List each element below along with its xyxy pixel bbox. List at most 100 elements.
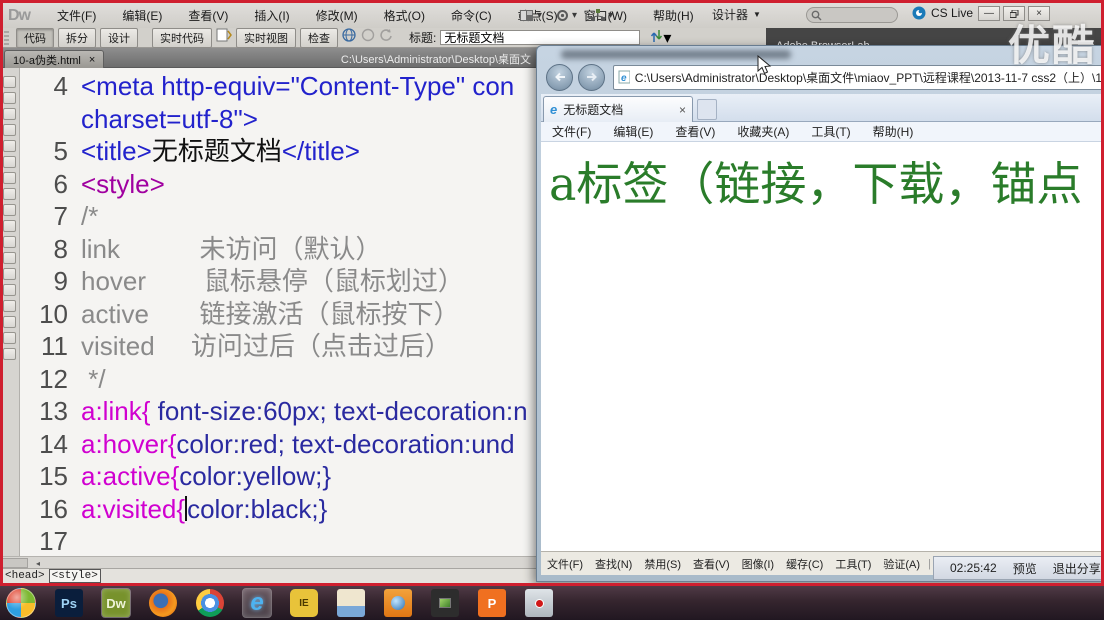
preview-in-browser-icon[interactable]: [342, 28, 357, 47]
devbar-menu-item[interactable]: 工具(T): [829, 556, 877, 572]
balance-braces-icon[interactable]: [3, 172, 16, 184]
image-viewer-icon[interactable]: [431, 589, 459, 617]
workspace-switcher[interactable]: 设计器 ▼: [712, 6, 761, 23]
show-code-navigator-icon[interactable]: [3, 92, 16, 104]
line-number: 5: [21, 135, 81, 168]
photo-chip-icon: [439, 598, 451, 608]
line-number: 7: [21, 200, 81, 233]
ie-tab[interactable]: e 无标题文档 ×: [543, 96, 693, 122]
devbar-menu-item[interactable]: 验证(A): [877, 556, 926, 572]
ie-menu-item[interactable]: 文件(F): [541, 123, 602, 140]
tag-selector-style[interactable]: <style>: [49, 569, 101, 583]
devbar-menu-item[interactable]: 缓存(C): [780, 556, 829, 572]
new-tab-button[interactable]: [697, 99, 717, 120]
preview-button[interactable]: 预览: [1013, 560, 1037, 577]
dw-menu-item[interactable]: 帮助(H): [640, 5, 707, 27]
highlight-invalid-code-icon[interactable]: [3, 204, 16, 216]
wrap-tag-icon[interactable]: [3, 268, 16, 280]
forward-button[interactable]: [578, 64, 605, 91]
refresh-icon[interactable]: [379, 28, 393, 47]
code-text: <style>: [81, 168, 165, 201]
ie-window: e C:\Users\Administrator\Desktop\桌面文件\mi…: [536, 45, 1104, 582]
format-source-code-icon[interactable]: [3, 348, 16, 360]
code-text: link 未访问（默认）: [81, 233, 381, 266]
code-token: <title>: [81, 136, 152, 166]
screen-recorder-overlay: 02:25:42 预览 退出分享: [933, 556, 1104, 580]
dw-menu-item[interactable]: 编辑(E): [109, 5, 175, 27]
collapse-selection-icon[interactable]: [3, 124, 16, 136]
scrollbar-thumb[interactable]: [0, 558, 28, 568]
dw-menu-item[interactable]: 修改(M): [303, 5, 371, 27]
ie-menu-item[interactable]: 工具(T): [800, 123, 861, 140]
dw-menu-item[interactable]: 命令(C): [438, 5, 505, 27]
page-link-text[interactable]: a标签（链接，下载，锚点: [541, 142, 1104, 214]
svg-text:e: e: [621, 73, 627, 84]
dw-menu-item[interactable]: 查看(V): [175, 5, 241, 27]
devbar-menu-item[interactable]: 禁用(S): [638, 556, 687, 572]
tag-selector-head[interactable]: <head>: [5, 570, 45, 582]
dw-menu-item[interactable]: 格式(O): [371, 5, 438, 27]
check-browser-compat-icon[interactable]: [361, 28, 375, 47]
ie-menu-item[interactable]: 查看(V): [664, 123, 726, 140]
ietester-icon[interactable]: IE: [290, 589, 318, 617]
windows-taskbar: Ps Dw e IE P: [0, 586, 1104, 620]
code-token: 无标题文档: [152, 136, 282, 166]
recent-snippets-icon[interactable]: [3, 284, 16, 296]
screenshot-icon[interactable]: [525, 589, 553, 617]
move-or-convert-css-icon[interactable]: [3, 300, 16, 312]
app-icon-label: Dw: [106, 596, 126, 611]
pplive-icon[interactable]: P: [478, 589, 506, 617]
code-token: a:link{: [81, 396, 150, 426]
chrome-icon[interactable]: [196, 589, 224, 617]
tab-close-icon[interactable]: ×: [679, 103, 686, 117]
live-code-icon[interactable]: [216, 28, 232, 47]
remove-comment-icon[interactable]: [3, 252, 16, 264]
ie-menu-item[interactable]: 编辑(E): [602, 123, 664, 140]
indent-code-icon[interactable]: [3, 316, 16, 328]
ie-menu-item[interactable]: 帮助(H): [862, 123, 925, 140]
explorer-icon[interactable]: [337, 589, 365, 617]
start-button[interactable]: [6, 588, 36, 618]
dreamweaver-icon[interactable]: Dw: [102, 589, 130, 617]
devbar-menu-item[interactable]: 查看(V): [687, 556, 736, 572]
code-token: charset=utf-8">: [81, 104, 258, 134]
live-view-button[interactable]: 实时视图: [236, 28, 296, 48]
apply-comment-icon[interactable]: [3, 236, 16, 248]
photoshop-icon[interactable]: Ps: [55, 589, 83, 617]
devbar-menu-item[interactable]: 文件(F): [541, 556, 589, 572]
back-button[interactable]: [546, 64, 573, 91]
extend-gear-icon[interactable]: ▾: [556, 9, 577, 22]
dw-menu-item[interactable]: 插入(I): [241, 5, 302, 27]
layout-switcher-icon[interactable]: ▾: [520, 10, 542, 22]
code-text: */: [81, 363, 106, 396]
open-documents-icon[interactable]: [3, 76, 16, 88]
screen: Dw 文件(F)编辑(E)查看(V)插入(I)修改(M)格式(O)命令(C)站点…: [0, 0, 1104, 620]
site-icon[interactable]: ▾: [591, 9, 613, 22]
syntax-error-alerts-icon[interactable]: [3, 220, 16, 232]
camera-icon[interactable]: [384, 589, 412, 617]
devbar-menu-item[interactable]: 图像(I): [736, 556, 780, 572]
live-code-button[interactable]: 实时代码: [152, 28, 212, 48]
scrollbar-arrow-icon[interactable]: ◂: [36, 559, 40, 568]
minimize-button[interactable]: —: [978, 6, 1000, 21]
dw-menu-item[interactable]: 文件(F): [44, 5, 109, 27]
ie-menu-item[interactable]: 收藏夹(A): [726, 123, 800, 140]
select-parent-tag-icon[interactable]: [3, 156, 16, 168]
exit-share-button[interactable]: 退出分享: [1053, 560, 1101, 577]
ie-icon[interactable]: e: [243, 589, 271, 617]
dreamweaver-logo: Dw: [8, 7, 30, 25]
design-view-button[interactable]: 设计: [100, 28, 138, 48]
outdent-code-icon[interactable]: [3, 332, 16, 344]
search-input[interactable]: [806, 7, 898, 23]
firefox-icon[interactable]: [149, 589, 177, 617]
expand-all-icon[interactable]: [3, 140, 16, 152]
code-view-button[interactable]: 代码: [16, 28, 54, 48]
app-icon-label: e: [250, 589, 263, 617]
split-view-button[interactable]: 拆分: [58, 28, 96, 48]
document-title-input[interactable]: [440, 30, 640, 45]
devbar-menu-item[interactable]: 查找(N): [589, 556, 638, 572]
collapse-full-tag-icon[interactable]: [3, 108, 16, 120]
cs-live-button[interactable]: CS Live: [912, 6, 973, 20]
inspect-button[interactable]: 检查: [300, 28, 338, 48]
line-numbers-icon[interactable]: [3, 188, 16, 200]
